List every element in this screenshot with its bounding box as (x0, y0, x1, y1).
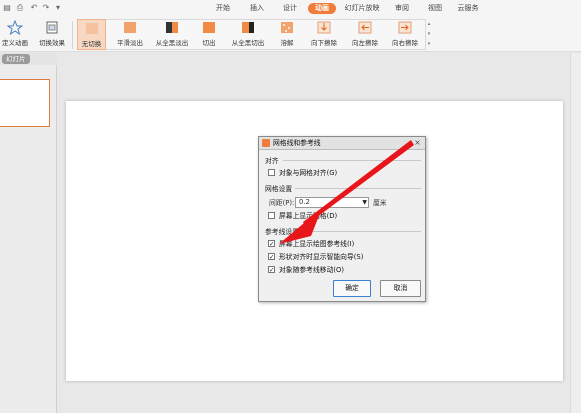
cancel-button[interactable]: 取消 (380, 280, 421, 297)
smart-guides-label: 形状对齐时显示智能向导(S) (279, 253, 364, 261)
gallery-scroll-icon[interactable]: ▴ ▾ ▾ (426, 19, 432, 50)
fade-icon (124, 22, 136, 33)
transition-smooth-fade[interactable]: 平滑淡出 (113, 19, 147, 50)
save-icon[interactable]: ▤ (2, 3, 12, 13)
redo-icon[interactable]: ↷ (41, 3, 51, 13)
transition-cut-black[interactable]: 从全黑切出 (228, 19, 268, 50)
transition-label: 无切换 (81, 40, 102, 48)
switch-effect-button[interactable]: 切换效果 (36, 19, 68, 50)
show-drawing-guides-checkbox[interactable]: ✓ (268, 240, 275, 247)
custom-animation-button[interactable]: 定义动画 (0, 19, 30, 50)
tab-slideshow[interactable]: 幻灯片放映 (342, 3, 382, 14)
title-bar: ▤ ⎙ ↶ ↷ ▾ 开始 插入 设计 动画 幻灯片放映 审阅 视图 云服务 (0, 0, 581, 17)
align-section-title: 对齐 (265, 157, 279, 165)
snap-to-grid-label: 对象与网格对齐(G) (279, 169, 338, 177)
tab-home[interactable]: 开始 (212, 3, 234, 14)
ok-button[interactable]: 确定 (333, 280, 371, 297)
transition-label: 向右擦除 (392, 39, 418, 47)
no-transition-icon (85, 23, 98, 34)
slide-panel-header: 幻灯片 (0, 53, 57, 65)
transition-label: 平滑淡出 (117, 39, 143, 47)
dissolve-icon (281, 22, 293, 33)
move-with-guides-label: 对象随参考线移动(O) (279, 266, 345, 274)
wipe-right-icon (398, 21, 412, 34)
transition-wipe-right[interactable]: 向右擦除 (388, 19, 422, 50)
transition-label: 向左擦除 (352, 39, 378, 47)
smart-guides-checkbox[interactable]: ✓ (268, 253, 275, 260)
section-divider (283, 160, 421, 161)
spacing-value: 0.2 (299, 198, 310, 206)
spacing-select[interactable]: 0.2 ▼ (295, 197, 369, 208)
transition-dissolve[interactable]: 溶解 (274, 19, 300, 50)
wipe-left-icon (358, 21, 372, 34)
guides-section-title: 参考线设置 (265, 228, 299, 236)
custom-animation-label: 定义动画 (2, 39, 28, 47)
move-with-guides-checkbox[interactable]: ✓ (268, 266, 275, 273)
cut-black-icon (242, 22, 254, 33)
fade-black-icon (166, 22, 178, 33)
tab-cloud[interactable]: 云服务 (454, 3, 482, 14)
transition-none[interactable]: 无切换 (77, 19, 106, 50)
slide-panel: 幻灯片 (0, 53, 57, 413)
tab-design[interactable]: 设计 (279, 3, 301, 14)
slide-thumbnail[interactable] (0, 79, 50, 127)
dialog-title-bar: 网格线和参考线 × (259, 137, 425, 150)
snap-to-grid-checkbox[interactable] (268, 169, 275, 176)
transition-label: 从全黑切出 (231, 39, 265, 47)
transition-cut[interactable]: 切出 (196, 19, 222, 50)
transition-label: 溶解 (280, 39, 294, 47)
switch-effect-icon (46, 21, 58, 34)
switch-effect-label: 切换效果 (39, 39, 65, 47)
show-grid-label: 屏幕上显示网格(D) (279, 212, 338, 220)
unit-label: 厘米 (373, 199, 387, 207)
tab-animation[interactable]: 动画 (308, 3, 336, 14)
transition-label: 切出 (202, 39, 216, 47)
transition-wipe-down[interactable]: 向下擦除 (306, 19, 342, 50)
transition-label: 向下擦除 (311, 39, 337, 47)
customize-icon[interactable]: ▾ (53, 3, 63, 13)
close-icon[interactable]: × (412, 138, 423, 148)
vertical-scrollbar[interactable] (570, 53, 581, 413)
cut-icon (203, 22, 215, 33)
slides-tab[interactable]: 幻灯片 (2, 54, 30, 64)
app-icon (262, 139, 270, 147)
show-drawing-guides-label: 屏幕上显示绘图参考线(I) (279, 240, 355, 248)
tab-view[interactable]: 视图 (424, 3, 446, 14)
grid-section-title: 网格设置 (265, 185, 293, 193)
transition-fade-black[interactable]: 从全黑淡出 (152, 19, 192, 50)
grid-guides-dialog: 网格线和参考线 × 对齐 对象与网格对齐(G) 网格设置 间距(P): 0.2 … (258, 136, 426, 302)
tab-insert[interactable]: 插入 (246, 3, 268, 14)
undo-icon[interactable]: ↶ (29, 3, 39, 13)
transition-label: 从全黑淡出 (155, 39, 189, 47)
section-divider (303, 231, 421, 232)
section-divider (295, 188, 421, 189)
print-icon[interactable]: ⎙ (15, 3, 25, 13)
spacing-label: 间距(P): (269, 199, 295, 207)
dialog-title: 网格线和参考线 (273, 139, 321, 147)
dropdown-arrow-icon[interactable]: ▼ (362, 198, 367, 207)
star-icon (7, 20, 23, 35)
transition-wipe-left[interactable]: 向左擦除 (348, 19, 382, 50)
ribbon-divider (72, 21, 73, 49)
wipe-down-icon (317, 21, 331, 34)
ribbon: 定义动画 切换效果 无切换 平滑淡出 从全黑淡出 切出 从全黑切出 溶解 向下擦… (0, 17, 581, 52)
tab-review[interactable]: 审阅 (391, 3, 413, 14)
show-grid-checkbox[interactable] (268, 212, 275, 219)
